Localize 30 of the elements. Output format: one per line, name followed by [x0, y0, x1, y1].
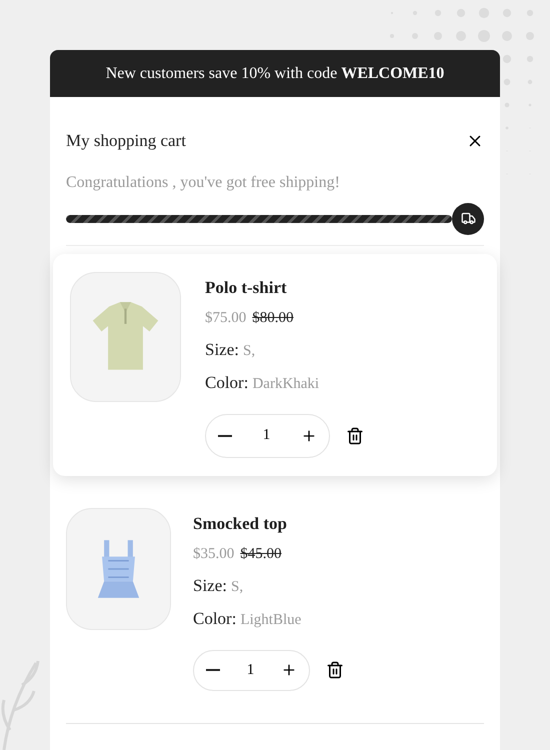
truck-icon: [460, 211, 476, 226]
minus-icon: [206, 669, 220, 671]
size-label: Size:: [193, 574, 227, 596]
shipping-message: Congratulations , you've got free shipping!: [66, 172, 341, 192]
product-name[interactable]: Polo t-shirt: [205, 276, 364, 300]
color-value: DarkKhaki: [252, 374, 320, 394]
trash-icon: [326, 661, 344, 679]
sale-price: $75.00: [205, 308, 246, 328]
quantity-value[interactable]: 1: [246, 658, 254, 682]
size-label: Size:: [205, 338, 239, 360]
cart-title: My shopping cart: [66, 130, 186, 152]
sale-price: $35.00: [193, 544, 234, 564]
original-price: $45.00: [240, 544, 282, 564]
increase-button[interactable]: [301, 428, 317, 444]
size-value: S,: [243, 342, 256, 360]
original-price: $80.00: [252, 308, 294, 328]
increase-button[interactable]: [281, 662, 297, 678]
color-label: Color:: [205, 372, 248, 394]
quantity-value[interactable]: 1: [262, 424, 270, 447]
remove-button[interactable]: [326, 661, 344, 679]
minus-icon: [218, 434, 232, 436]
size-value: S,: [231, 578, 244, 596]
promo-text: New customers save 10% with code WELCOME10: [106, 64, 444, 84]
trash-icon: [346, 426, 364, 444]
color-label: Color:: [193, 608, 236, 630]
plus-icon: [301, 428, 317, 444]
color-value: LightBlue: [240, 610, 302, 630]
plus-icon: [281, 662, 297, 678]
remove-button[interactable]: [346, 426, 364, 444]
product-name[interactable]: Smocked top: [193, 512, 344, 536]
